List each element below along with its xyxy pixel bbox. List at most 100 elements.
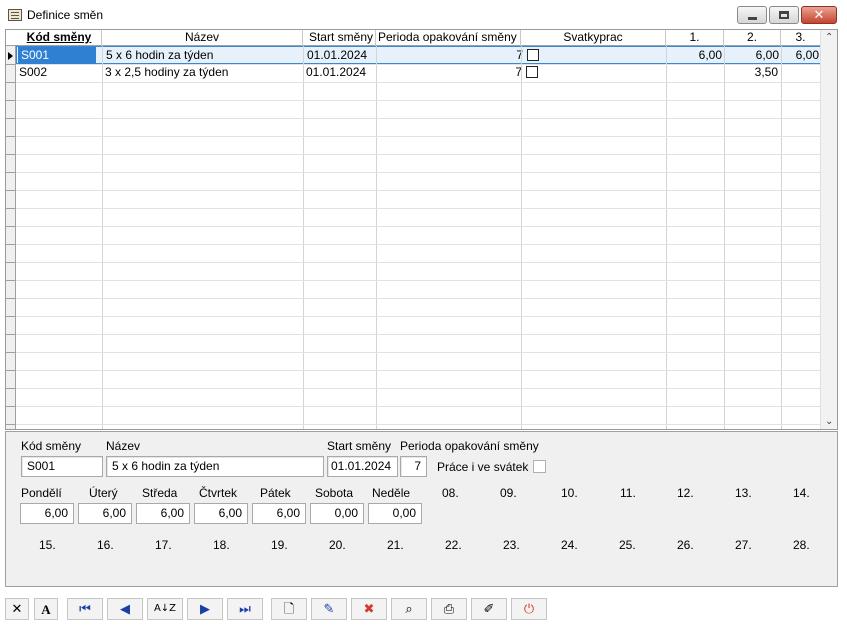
day-number-label: 12. (677, 486, 694, 500)
grid-row-line (16, 262, 821, 263)
table-row[interactable]: S002 3 x 2,5 hodiny za týden 01.01.2024 … (16, 64, 821, 82)
previous-record-button[interactable]: ◀ (107, 598, 143, 620)
next-record-button[interactable]: ▶ (187, 598, 223, 620)
col-header-day1[interactable]: 1. (666, 30, 724, 46)
edit-icon: ✎ (323, 601, 335, 617)
print-button[interactable]: ⎙ (431, 598, 467, 620)
close-icon: ✕ (813, 7, 825, 23)
label-name: Název (106, 439, 141, 453)
first-record-button[interactable]: ⏮ (67, 598, 103, 620)
col-header-period[interactable]: Perioda opakování směny (376, 30, 521, 46)
close-window-button[interactable]: ✕ (801, 6, 837, 24)
row-selector-column[interactable] (6, 30, 16, 429)
col-header-holiday[interactable]: Svatkyprac (521, 30, 666, 46)
export-button[interactable]: ✐ (471, 598, 507, 620)
shift-grid[interactable]: Kód směny Název Start směny Perioda opak… (5, 29, 838, 430)
grid-column-line (376, 46, 377, 429)
minimize-button[interactable] (737, 6, 767, 24)
day-number-label: 21. (387, 538, 404, 552)
cell-name[interactable]: 5 x 6 hodin za týden (103, 47, 304, 64)
scroll-up-icon[interactable]: ⌃ (825, 32, 833, 43)
cell-day3[interactable] (781, 64, 821, 81)
vertical-scrollbar[interactable]: ⌃ ⌄ (820, 30, 837, 429)
sunday-field[interactable]: 0,00 (368, 503, 422, 524)
grid-row-line (16, 424, 821, 425)
monday-field[interactable]: 6,00 (20, 503, 74, 524)
current-row-arrow-icon (8, 52, 13, 60)
minimize-icon (747, 16, 757, 20)
grid-column-line (781, 46, 782, 429)
previous-record-icon: ◀ (120, 601, 130, 617)
grid-row-line (16, 82, 821, 83)
grid-column-line (521, 46, 522, 429)
holiday-checkbox[interactable] (527, 49, 539, 61)
title-bar: Definice směn ✕ (0, 0, 847, 30)
scroll-down-icon[interactable]: ⌄ (825, 416, 833, 427)
find-button[interactable]: ⌕ (391, 598, 427, 620)
edit-record-button[interactable]: ✎ (311, 598, 347, 620)
col-header-code[interactable]: Kód směny (17, 30, 102, 46)
name-field[interactable]: 5 x 6 hodin za týden (106, 456, 324, 477)
friday-field[interactable]: 6,00 (252, 503, 306, 524)
cell-day1[interactable]: 6,00 (667, 47, 725, 64)
grid-row-line (16, 370, 821, 371)
grid-row-line (16, 316, 821, 317)
col-header-start[interactable]: Start směny (303, 30, 376, 46)
day-number-label: 10. (561, 486, 578, 500)
day-number-label: 08. (442, 486, 459, 500)
last-record-button[interactable]: ⏭ (227, 598, 263, 620)
table-row[interactable]: S001 5 x 6 hodin za týden 01.01.2024 7 6… (16, 46, 821, 64)
row-selector-line (6, 424, 16, 425)
new-record-button[interactable]: 🗋 (271, 598, 307, 620)
day-number-label: 26. (677, 538, 694, 552)
wednesday-field[interactable]: 6,00 (136, 503, 190, 524)
cell-start[interactable]: 01.01.2024 (304, 47, 377, 64)
last-record-icon: ⏭ (239, 601, 251, 617)
grid-row-line (16, 136, 821, 137)
day-number-label: 19. (271, 538, 288, 552)
code-field[interactable]: S001 (21, 456, 103, 477)
label-tuesday: Úterý (89, 486, 118, 500)
row-selector-line (6, 136, 16, 137)
holiday-checkbox[interactable] (526, 66, 538, 78)
binoculars-icon: ⌕ (405, 601, 413, 617)
row-selector-line (6, 280, 16, 281)
cell-start[interactable]: 01.01.2024 (303, 64, 376, 81)
cell-day2[interactable]: 6,00 (725, 47, 782, 64)
cell-code[interactable]: S001 (18, 47, 96, 64)
close-form-button[interactable]: ✕ (5, 598, 29, 620)
period-field[interactable]: 7 (400, 456, 427, 477)
grid-row-line (16, 64, 821, 65)
col-header-day3[interactable]: 3. (781, 30, 821, 46)
cell-code[interactable]: S002 (16, 64, 101, 81)
day-number-label: 24. (561, 538, 578, 552)
tuesday-field[interactable]: 6,00 (78, 503, 132, 524)
grid-header: Kód směny Název Start směny Perioda opak… (6, 30, 821, 46)
row-selector-line (6, 190, 16, 191)
cell-period[interactable]: 7 (377, 47, 526, 64)
start-field[interactable]: 01.01.2024 (327, 456, 398, 477)
font-button[interactable]: A (34, 598, 58, 620)
cell-day2[interactable]: 3,50 (724, 64, 781, 81)
cell-name[interactable]: 3 x 2,5 hodiny za týden (102, 64, 303, 81)
col-header-name[interactable]: Název (102, 30, 303, 46)
cell-period[interactable]: 7 (376, 64, 525, 81)
day-number-label: 17. (155, 538, 172, 552)
grid-row-line (16, 100, 821, 101)
grid-row-line (16, 352, 821, 353)
saturday-field[interactable]: 0,00 (310, 503, 364, 524)
thursday-field[interactable]: 6,00 (194, 503, 248, 524)
cell-day1[interactable] (666, 64, 724, 81)
row-selector-line (6, 388, 16, 389)
maximize-button[interactable] (769, 6, 799, 24)
next-record-icon: ▶ (200, 601, 210, 617)
grid-row-line (16, 154, 821, 155)
cell-day3[interactable]: 6,00 (782, 47, 822, 64)
day-number-label: 23. (503, 538, 520, 552)
holiday-work-checkbox[interactable] (533, 460, 546, 473)
delete-record-button[interactable]: ✖ (351, 598, 387, 620)
label-thursday: Čtvrtek (199, 486, 238, 500)
sort-button[interactable]: A↓Z (147, 598, 183, 620)
power-button[interactable]: ⏻ (511, 598, 547, 620)
col-header-day2[interactable]: 2. (724, 30, 781, 46)
